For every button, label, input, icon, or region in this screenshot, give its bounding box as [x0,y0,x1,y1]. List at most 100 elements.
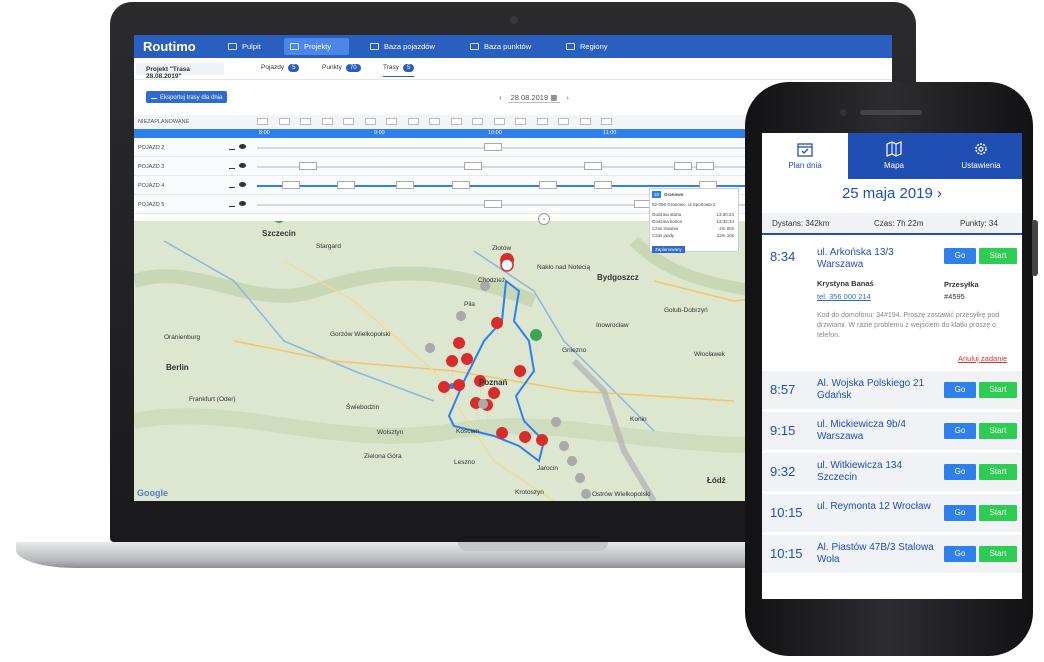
stop-block[interactable] [584,162,602,170]
go-button[interactable]: Go [944,546,976,562]
go-button[interactable]: Go [944,248,976,264]
eye-icon[interactable] [239,182,246,187]
stop-block[interactable] [299,162,317,170]
stop-item[interactable]: 8:34 ul. Arkońska 13/3 Warszawa Go Start… [762,237,1022,369]
stop-block[interactable] [484,200,502,208]
unplanned-stop-cell[interactable] [429,118,440,125]
recipient-name: Krystyna Banaś [817,279,874,288]
eye-icon[interactable] [239,201,246,206]
stop-block[interactable] [282,181,300,189]
hour-label: 10:00 [488,130,502,136]
download-icon [151,94,157,99]
map-label: Frankfurt (Oder) [189,396,236,403]
start-button[interactable]: Start [979,505,1017,521]
current-date: 25 maja 2019 [841,185,933,202]
eye-icon[interactable] [239,144,246,149]
stop-item[interactable]: 10:15 ul. Reymonta 12 Wrocław Go Start [762,494,1022,532]
eye-icon[interactable] [239,163,246,168]
next-date-icon[interactable]: › [566,93,569,102]
unplanned-stop-cell[interactable] [257,118,268,125]
row-value: 2m 00s [719,226,734,231]
top-navigation: Routimo Pulpit Projekty Baza pojazdów Ba… [134,35,892,58]
unplanned-stop-cell[interactable] [558,118,569,125]
tab-pojazdy[interactable]: Pojazdy 5 [261,64,300,72]
unplanned-stop-cell[interactable] [515,118,526,125]
calendar-check-icon [797,143,813,157]
unplanned-stop-cell[interactable] [321,118,333,125]
stop-item[interactable]: 8:57 Al. Wojska Polskiego 21 Gdańsk Go S… [762,371,1022,409]
go-button[interactable]: Go [944,505,976,521]
download-icon[interactable] [229,182,235,188]
unplanned-stop-cell[interactable] [300,118,311,125]
calendar-icon: ▦ [550,93,558,102]
chevron-right-icon[interactable]: › [937,185,942,202]
date-input[interactable]: 28.08.2019 ▦ [507,93,561,103]
stop-block[interactable] [696,162,714,170]
nav-label: Pulpit [242,42,261,51]
collapse-toggle-icon[interactable]: ⌄ [538,213,550,225]
stop-block[interactable] [396,181,414,189]
tab-plan-dnia[interactable]: Plan dnia [762,133,848,179]
unplanned-stop-cell[interactable] [493,118,505,125]
map-label: Leszno [454,459,475,466]
nav-pulpit[interactable]: Pulpit [222,38,267,55]
unplanned-stop-cell[interactable] [386,118,397,125]
download-icon[interactable] [229,144,235,150]
stop-block[interactable] [337,181,355,189]
stop-block[interactable] [484,143,502,151]
unplanned-stop-cell[interactable] [450,118,462,125]
nav-baza-punktow[interactable]: Baza punktów [464,38,537,55]
phone-side-button [1032,220,1038,276]
tab-mapa[interactable]: Mapa [848,133,940,179]
go-button[interactable]: Go [944,423,976,439]
truck-icon [370,43,379,50]
stop-block[interactable] [594,181,612,189]
nav-baza-pojazdow[interactable]: Baza pojazdów [364,38,441,55]
start-button[interactable]: Start [979,248,1017,264]
stop-address: ul. Witkiewicza 134 Szczecin [817,460,903,483]
unplanned-stop-cell[interactable] [278,118,290,125]
tab-trasy[interactable]: Trasy 5 [383,64,415,77]
nav-regiony[interactable]: Regiony [560,38,614,55]
unplanned-stop-cell[interactable] [579,118,591,125]
day-selector[interactable]: 25 maja 2019 › [762,185,1022,202]
tab-ustawienia[interactable]: Ustawienia [940,133,1022,179]
unplanned-stop-cell[interactable] [343,118,354,125]
nav-label: Baza punktów [484,42,532,51]
project-title: Projekt "Trasa 28.08.2019" [136,63,224,80]
start-button[interactable]: Start [979,464,1017,480]
tab-label: Plan dnia [788,161,822,170]
tab-punkty[interactable]: Punkty 70 [322,64,361,72]
mobile-app-screen: Plan dnia Mapa Ustawienia 25 maja 2019 ›… [762,133,1022,599]
stop-item[interactable]: 10:15 Al. Piastów 47B/3 Stalowa Wola Go … [762,535,1022,573]
unplanned-stop-cell[interactable] [472,118,483,125]
map-label: Chodzież [478,277,506,284]
stop-block[interactable] [674,162,692,170]
stop-address: Al. Wojska Polskiego 21 Gdańsk [817,378,925,401]
unplanned-stop-cell[interactable] [364,118,376,125]
download-icon[interactable] [229,201,235,207]
unplanned-stop-cell[interactable] [536,118,548,125]
cancel-task-link[interactable]: Anuluj zadanie [958,354,1007,363]
stop-item[interactable]: 9:15 ul. Mickiewicza 9b/4 Warszawa Go St… [762,412,1022,450]
map-icon [886,141,902,157]
start-button[interactable]: Start [979,546,1017,562]
stop-block[interactable] [464,162,482,170]
phone-link[interactable]: tel. 356 000 214 [817,292,871,301]
stop-address: Al. Piastów 47B/3 Stalowa Wola [817,542,934,565]
stop-block[interactable] [452,181,470,189]
start-button[interactable]: Start [979,423,1017,439]
stop-block[interactable] [539,181,557,189]
nav-projekty[interactable]: Projekty [284,38,349,55]
download-icon[interactable] [229,163,235,169]
unplanned-stop-cell[interactable] [407,118,419,125]
go-button[interactable]: Go [944,464,976,480]
stop-item[interactable]: 9:32 ul. Witkiewicza 134 Szczecin Go Sta… [762,453,1022,491]
prev-date-icon[interactable]: ‹ [499,93,502,102]
export-routes-button[interactable]: Eksportuj trasy dla dnia [146,91,228,103]
count-badge: 70 [345,64,361,72]
go-button[interactable]: Go [944,382,976,398]
start-button[interactable]: Start [979,382,1017,398]
tab-label: Ustawienia [961,161,1001,170]
unplanned-stop-cell[interactable] [601,118,612,125]
